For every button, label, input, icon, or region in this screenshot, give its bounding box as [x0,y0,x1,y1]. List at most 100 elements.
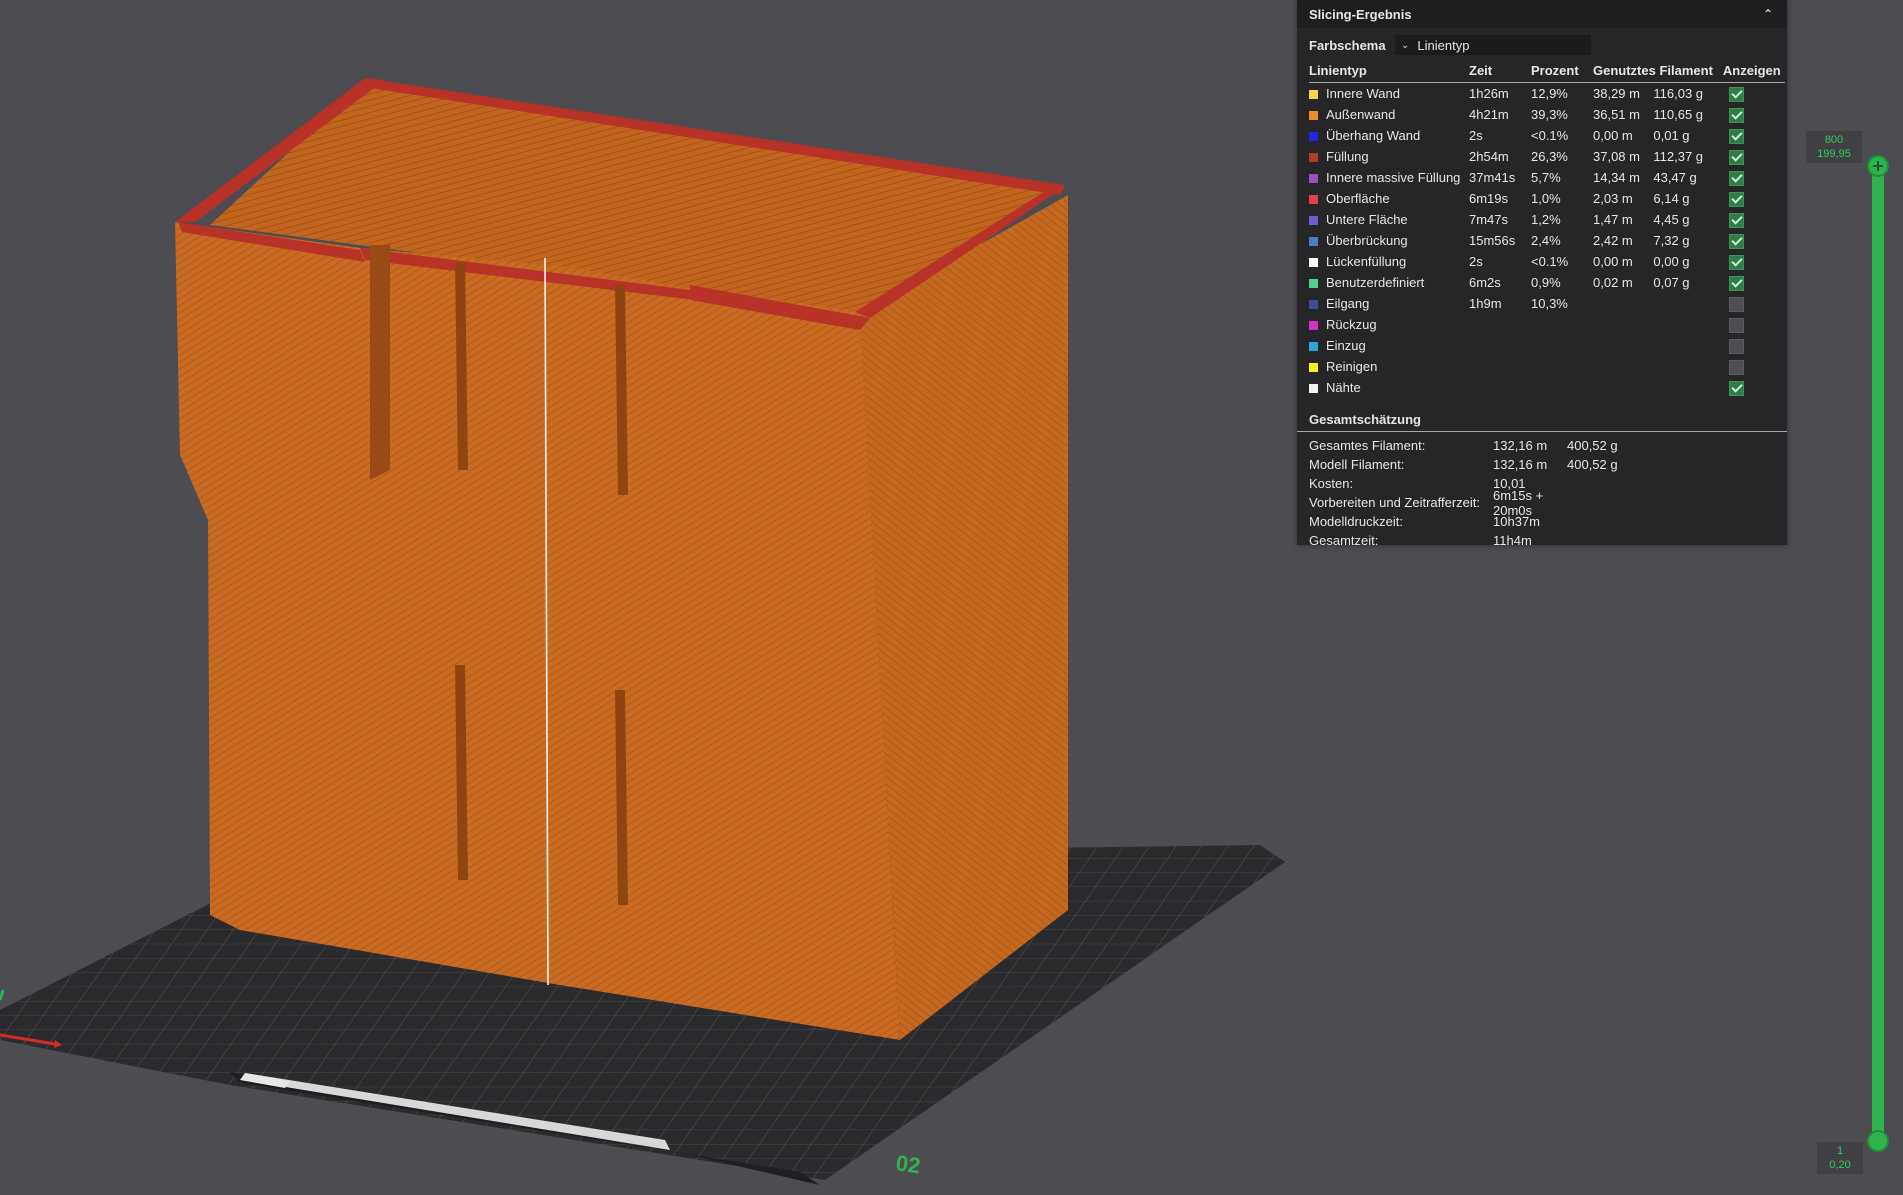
linetype-length [1593,377,1653,398]
show-checkbox[interactable] [1728,275,1744,291]
linetype-length [1593,314,1653,335]
table-row: Rückzug [1309,314,1785,335]
table-row: Innere Wand 1h26m 12,9% 38,29 m 116,03 g [1309,83,1785,105]
linetype-show-cell [1717,377,1785,398]
table-row: Überhang Wand 2s <0.1% 0,00 m 0,01 g [1309,125,1785,146]
show-checkbox[interactable] [1728,149,1744,165]
color-scheme-value: Linientyp [1417,37,1470,53]
show-checkbox[interactable] [1728,191,1744,207]
summary-label: Kosten: [1309,476,1354,491]
summary-title: Gesamtschätzung [1297,398,1787,432]
table-row: Füllung 2h54m 26,3% 37,08 m 112,37 g [1309,146,1785,167]
plate-number: 02 [894,1150,922,1178]
linetype-show-cell [1717,209,1785,230]
linetype-show-cell [1717,272,1785,293]
linetype-name: Eilgang [1309,293,1469,314]
linetype-percent: 1,0% [1531,191,1561,206]
layer-slider-top-handle[interactable] [1867,155,1889,177]
bottom-layer-label: 1 0,20 [1817,1142,1863,1174]
show-checkbox[interactable] [1728,359,1744,375]
linetype-percent: 26,3% [1531,149,1568,164]
show-checkbox[interactable] [1728,212,1744,228]
col-linetype: Linientyp [1309,63,1367,78]
color-swatch [1309,216,1318,226]
table-header: Linientyp Zeit Prozent Genutztes Filamen… [1309,62,1785,83]
linetype-length: 14,34 m [1593,170,1640,185]
linetype-name: Füllung [1309,146,1469,167]
linetype-show-cell [1717,188,1785,209]
color-swatch [1309,279,1318,289]
linetype-percent: 39,3% [1531,107,1568,122]
linetype-name: Lückenfüllung [1309,251,1469,272]
linetype-name: Rückzug [1309,314,1469,335]
linetype-percent [1531,356,1593,377]
summary-row: Modelldruckzeit: 10h37m [1297,512,1787,531]
sliced-model[interactable] [175,78,1068,1040]
summary-row: Vorbereiten und Zeitrafferzeit: 6m15s + 2… [1297,488,1787,518]
linetype-label: Überbrückung [1326,233,1408,248]
table-row: Oberfläche 6m19s 1,0% 2,03 m 6,14 g [1309,188,1785,209]
linetype-weight: 7,32 g [1653,233,1690,248]
summary-label: Modelldruckzeit: [1309,514,1403,529]
linetype-percent [1531,335,1593,356]
color-swatch [1309,300,1318,310]
linetype-length: 0,00 m [1593,254,1633,269]
show-checkbox[interactable] [1728,128,1744,144]
col-time: Zeit [1469,63,1493,78]
layer-slider-track[interactable] [1872,162,1884,1142]
linetype-time: 1h26m [1469,86,1509,101]
show-checkbox[interactable] [1728,296,1744,312]
linetype-percent: <0.1% [1531,254,1569,269]
table-row: Reinigen [1309,356,1785,377]
summary-v1: 10h37m [1493,514,1540,529]
linetype-name: Überhang Wand [1309,125,1469,146]
linetype-length: 38,29 m [1593,86,1640,101]
show-checkbox[interactable] [1728,170,1744,186]
linetype-label: Eilgang [1326,296,1370,311]
show-checkbox[interactable] [1728,380,1744,396]
linetype-percent: <0.1% [1531,128,1569,143]
panel-title: Slicing-Ergebnis [1309,6,1412,22]
linetype-label: Untere Fläche [1326,212,1408,227]
show-checkbox[interactable] [1728,254,1744,270]
collapse-icon[interactable]: ⌃ [1763,7,1773,21]
linetype-length: 2,03 m [1593,191,1633,206]
linetype-show-cell [1717,251,1785,272]
summary-v2: 400,52 g [1567,438,1618,453]
linetype-weight: 110,65 g [1653,107,1704,122]
linetype-name: Nähte [1309,377,1469,398]
color-swatch [1309,90,1318,100]
linetype-time: 2s [1469,128,1483,143]
show-checkbox[interactable] [1728,317,1744,333]
linetype-weight [1653,293,1717,314]
bottom-layer-number: 1 [1836,1145,1844,1157]
linetype-percent: 0,9% [1531,275,1561,290]
color-scheme-select[interactable]: ⌄ Linientyp [1395,35,1591,55]
linetype-name: Benutzerdefiniert [1309,272,1469,293]
linetype-name: Reinigen [1309,356,1469,377]
linetype-time [1469,377,1531,398]
linetype-label: Einzug [1326,338,1366,353]
show-checkbox[interactable] [1728,107,1744,123]
show-checkbox[interactable] [1728,86,1744,102]
linetype-length: 37,08 m [1593,149,1640,164]
summary-row: Modell Filament: 132,16 m 400,52 g [1297,455,1787,474]
color-swatch [1309,342,1318,352]
linetype-percent: 5,7% [1531,170,1561,185]
linetype-show-cell [1717,314,1785,335]
top-layer-label: 800 199,95 [1806,131,1862,163]
linetype-length [1593,293,1653,314]
summary-list: Gesamtes Filament: 132,16 m 400,52 g Modell… [1297,436,1787,550]
table-row: Eilgang 1h9m 10,3% [1309,293,1785,314]
table-row: Einzug [1309,335,1785,356]
linetype-name: Innere Wand [1309,83,1469,105]
linetype-name: Überbrückung [1309,230,1469,251]
summary-label: Gesamtzeit: [1309,533,1379,548]
show-checkbox[interactable] [1728,338,1744,354]
show-checkbox[interactable] [1728,233,1744,249]
linetype-time: 7m47s [1469,212,1509,227]
linetype-time: 6m2s [1469,275,1501,290]
col-show: Anzeigen [1722,63,1781,78]
linetype-show-cell [1717,356,1785,377]
layer-slider-bottom-handle[interactable] [1867,1130,1889,1152]
